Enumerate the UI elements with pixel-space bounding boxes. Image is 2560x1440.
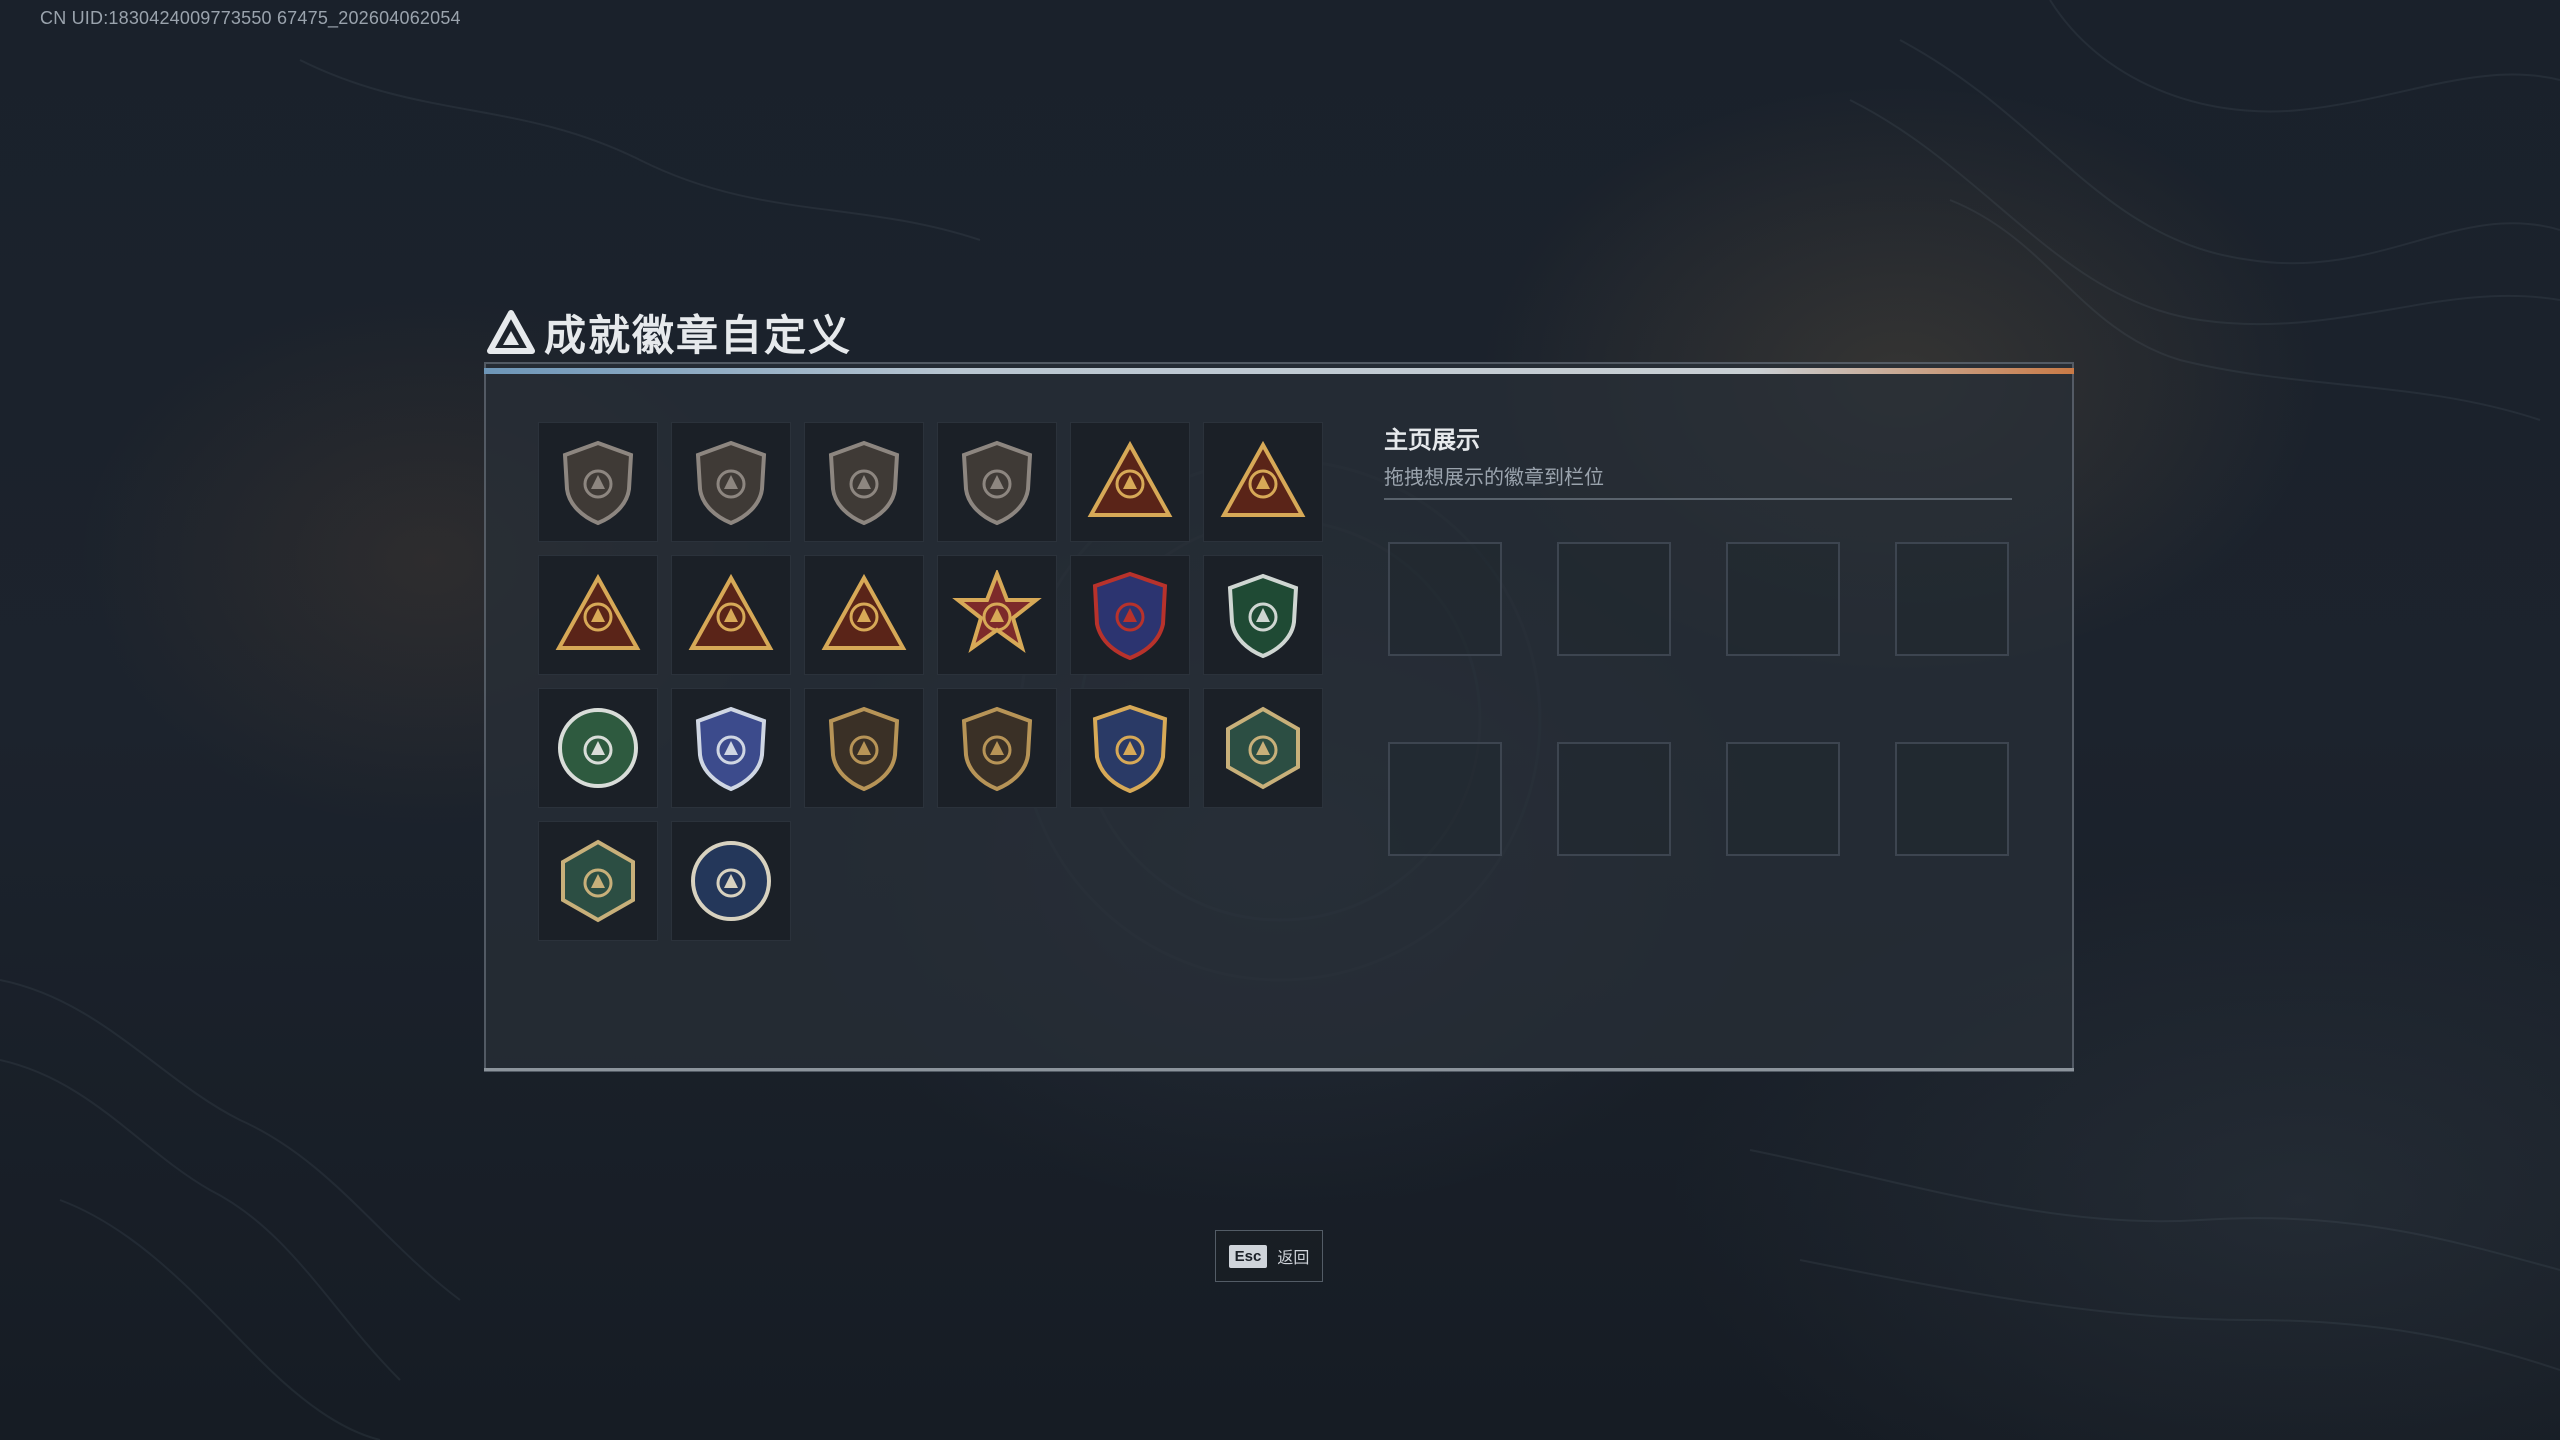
back-button[interactable]: Esc 返回 <box>1215 1230 1323 1282</box>
delta-logo-icon <box>487 310 535 354</box>
badge-gold-tank-icon <box>555 573 641 650</box>
badge-cell[interactable] <box>671 555 791 675</box>
back-label: 返回 <box>1277 1250 1310 1267</box>
badge-rifle-shield-2-icon <box>961 706 1033 792</box>
badge-delta-shield-icon <box>562 440 634 526</box>
badge-cell[interactable] <box>1203 422 1323 542</box>
showcase-slots <box>1388 542 2009 856</box>
badge-cell[interactable] <box>1203 688 1323 808</box>
showcase-title: 主页展示 <box>1384 427 1480 454</box>
badge-wasp-hex-icon <box>1226 706 1300 790</box>
badge-diamond-shield-icon <box>828 440 900 526</box>
badge-gold-soldier-icon <box>821 573 907 650</box>
showcase-header: 主页展示 拖拽想展示的徽章到栏位 <box>1384 420 2014 490</box>
showcase-slot[interactable] <box>1726 542 1840 656</box>
showcase-slot[interactable] <box>1895 742 2009 856</box>
badge-cell[interactable] <box>937 555 1057 675</box>
page-title: 成就徽章自定义 <box>544 311 853 359</box>
badge-wolf-circle-icon <box>691 841 771 921</box>
badge-grid <box>538 422 1323 941</box>
badge-dagger-shield-icon <box>961 440 1033 526</box>
badge-cell[interactable] <box>538 555 658 675</box>
showcase-slot[interactable] <box>1557 542 1671 656</box>
badge-gold-helmet-icon <box>1220 440 1306 517</box>
badge-star-medal-icon <box>952 570 1042 654</box>
badge-blue-sniper-icon <box>695 706 767 792</box>
esc-key-icon: Esc <box>1228 1244 1268 1268</box>
showcase-divider <box>1384 498 2012 500</box>
showcase-slot[interactable] <box>1388 742 1502 856</box>
badge-cell[interactable] <box>1070 422 1190 542</box>
showcase-slot[interactable] <box>1726 742 1840 856</box>
badge-cell[interactable] <box>1203 555 1323 675</box>
badge-cell[interactable] <box>671 688 791 808</box>
page-title-bar: 成就徽章自定义 <box>486 300 852 364</box>
badge-cell[interactable] <box>1070 688 1190 808</box>
badge-cell[interactable] <box>538 688 658 808</box>
badge-cell[interactable] <box>538 821 658 941</box>
badge-cell[interactable] <box>1070 555 1190 675</box>
badge-cell[interactable] <box>937 422 1057 542</box>
badge-cell[interactable] <box>538 422 658 542</box>
badge-gold-number-one-icon <box>688 573 774 650</box>
badge-gold-tower-icon <box>1087 440 1173 517</box>
badge-crest-medal-icon <box>1092 571 1168 660</box>
badge-cell[interactable] <box>937 688 1057 808</box>
badge-cell[interactable] <box>804 422 924 542</box>
uid-text: CN UID:1830424009773550 67475_2026040620… <box>40 8 461 28</box>
badge-helicopter-shield-icon <box>695 440 767 526</box>
panel-bottom-line <box>484 1068 2074 1071</box>
badge-gold-crosshair-icon <box>1092 704 1168 793</box>
badge-cell[interactable] <box>804 688 924 808</box>
badge-cell[interactable] <box>671 821 791 941</box>
badge-cell[interactable] <box>671 422 791 542</box>
badge-wasp-hex-2-icon <box>561 839 635 923</box>
badge-rifle-shield-icon <box>828 706 900 792</box>
showcase-slot[interactable] <box>1557 742 1671 856</box>
badge-green-shield-icon <box>1227 573 1299 659</box>
showcase-subtitle: 拖拽想展示的徽章到栏位 <box>1384 467 1604 489</box>
badge-green-skull-icon <box>558 708 638 788</box>
badge-cell[interactable] <box>804 555 924 675</box>
showcase-slot[interactable] <box>1895 542 2009 656</box>
showcase-slot[interactable] <box>1388 542 1502 656</box>
panel-top-accent <box>484 368 2074 374</box>
